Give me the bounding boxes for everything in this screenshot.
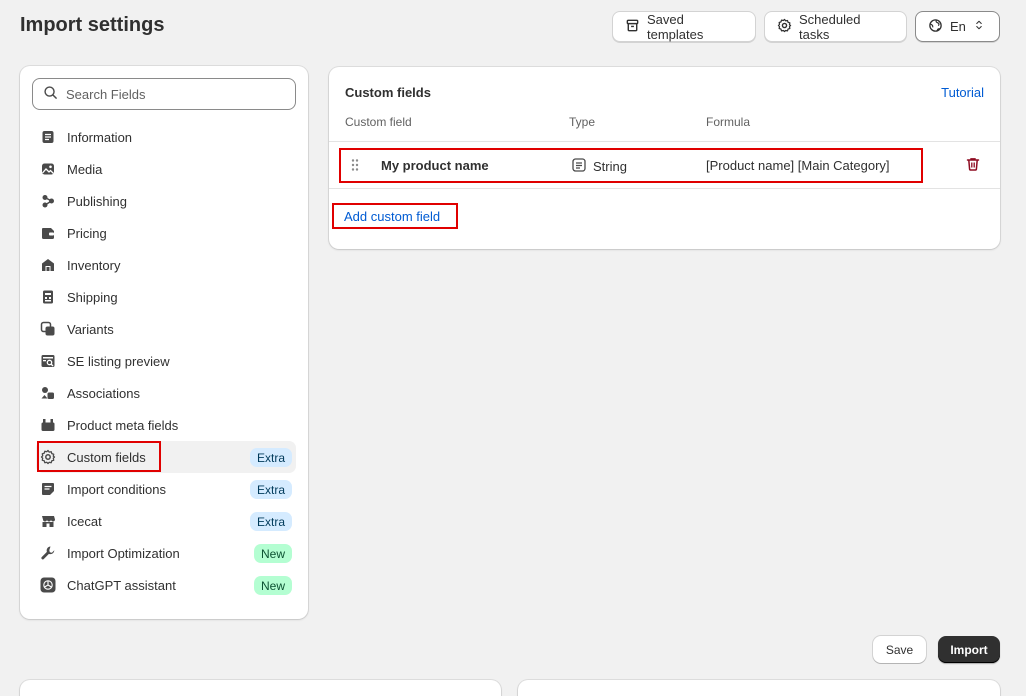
import-button[interactable]: Import — [938, 636, 1000, 663]
sidebar-item-custom-fields[interactable]: Custom fields Extra — [36, 441, 296, 473]
card-title: Custom fields — [345, 85, 431, 100]
search-listing-icon — [40, 353, 56, 369]
new-badge: New — [253, 576, 292, 595]
delete-icon[interactable] — [965, 156, 981, 172]
sidebar-item-label: Associations — [67, 385, 140, 401]
sidebar-item-inventory[interactable]: Inventory — [36, 249, 296, 281]
sidebar-item-se-listing-preview[interactable]: SE listing preview — [36, 345, 296, 377]
save-button[interactable]: Save — [873, 636, 926, 663]
sidebar-item-publishing[interactable]: Publishing — [36, 185, 296, 217]
language-label: En — [950, 19, 966, 34]
page-title: Import settings — [20, 14, 165, 36]
wallet-icon — [40, 225, 56, 241]
variants-icon — [40, 321, 56, 337]
add-custom-field-link[interactable]: Add custom field — [344, 209, 440, 224]
column-header-custom-field: Custom field — [345, 115, 412, 129]
globe-icon — [928, 18, 943, 36]
sidebar-item-shipping[interactable]: Shipping — [36, 281, 296, 313]
field-type-label: String — [593, 159, 627, 174]
header-divider — [329, 141, 1000, 142]
sidebar-item-label: Custom fields — [67, 449, 146, 465]
drag-handle-icon[interactable] — [350, 158, 360, 172]
field-sidebar: Information Media Publishing Pricing Inv… — [20, 66, 308, 619]
sidebar-item-label: Information — [67, 129, 133, 145]
custom-fields-card: Custom fields Tutorial Custom field Type… — [329, 67, 1000, 249]
extra-badge: Extra — [249, 512, 292, 531]
wrench-icon — [40, 545, 56, 561]
new-badge: New — [253, 544, 292, 563]
conditions-icon — [40, 481, 56, 497]
sidebar-item-label: Import Optimization — [67, 545, 180, 561]
sidebar-item-label: Icecat — [67, 513, 102, 529]
scheduled-tasks-label: Scheduled tasks — [799, 11, 861, 42]
sidebar-item-import-optimization[interactable]: Import Optimization New — [36, 537, 296, 569]
image-icon — [40, 161, 56, 177]
info-icon — [40, 129, 56, 145]
channels-icon — [40, 193, 56, 209]
row-divider — [329, 188, 1000, 189]
sidebar-item-chatgpt-assistant[interactable]: ChatGPT assistant New — [36, 569, 296, 601]
sidebar-item-product-meta-fields[interactable]: Product meta fields — [36, 409, 296, 441]
column-header-formula: Formula — [706, 115, 751, 129]
associations-icon — [40, 385, 56, 401]
shipping-label-icon — [40, 289, 56, 305]
sidebar-item-label: Publishing — [67, 193, 127, 209]
extra-badge: Extra — [249, 480, 292, 499]
sidebar-item-label: SE listing preview — [67, 353, 170, 369]
sidebar-item-label: Media — [67, 161, 103, 177]
bottom-left-card — [20, 680, 501, 696]
store-icon — [40, 513, 56, 529]
gear-icon — [777, 18, 792, 36]
sidebar-item-label: Inventory — [67, 257, 121, 273]
sidebar-item-label: Import conditions — [67, 481, 166, 497]
bottom-right-card — [518, 680, 1000, 696]
chevron-up-down-icon — [973, 18, 985, 35]
custom-field-name: My product name — [381, 158, 489, 173]
sidebar-item-icecat[interactable]: Icecat Extra — [36, 505, 296, 537]
sidebar-item-information[interactable]: Information — [36, 121, 296, 153]
search-input[interactable] — [66, 86, 266, 102]
sidebar-item-pricing[interactable]: Pricing — [36, 217, 296, 249]
field-nav: Information Media Publishing Pricing Inv… — [36, 121, 296, 601]
sidebar-item-associations[interactable]: Associations — [36, 377, 296, 409]
tutorial-link[interactable]: Tutorial — [941, 85, 984, 100]
search-box[interactable] — [32, 78, 296, 110]
column-header-type: Type — [569, 115, 596, 129]
sidebar-item-label: Pricing — [67, 225, 107, 241]
scheduled-tasks-button[interactable]: Scheduled tasks — [764, 11, 907, 42]
sidebar-item-label: Shipping — [67, 289, 118, 305]
language-selector[interactable]: En — [915, 11, 1000, 42]
field-type: String — [572, 158, 627, 175]
warehouse-icon — [40, 257, 56, 273]
gear-icon — [40, 449, 56, 465]
text-block-icon — [572, 158, 586, 175]
saved-templates-label: Saved templates — [647, 11, 704, 42]
sidebar-item-import-conditions[interactable]: Import conditions Extra — [36, 473, 296, 505]
metafields-icon — [40, 417, 56, 433]
field-formula: [Product name] [Main Category] — [706, 158, 890, 173]
saved-templates-button[interactable]: Saved templates — [612, 11, 756, 42]
sidebar-item-label: ChatGPT assistant — [67, 577, 176, 593]
chatgpt-icon — [40, 577, 56, 593]
sidebar-item-variants[interactable]: Variants — [36, 313, 296, 345]
archive-icon — [625, 18, 640, 36]
extra-badge: Extra — [249, 448, 292, 467]
sidebar-item-label: Variants — [67, 321, 114, 337]
sidebar-item-media[interactable]: Media — [36, 153, 296, 185]
sidebar-item-label: Product meta fields — [67, 417, 179, 433]
search-icon — [43, 85, 58, 103]
